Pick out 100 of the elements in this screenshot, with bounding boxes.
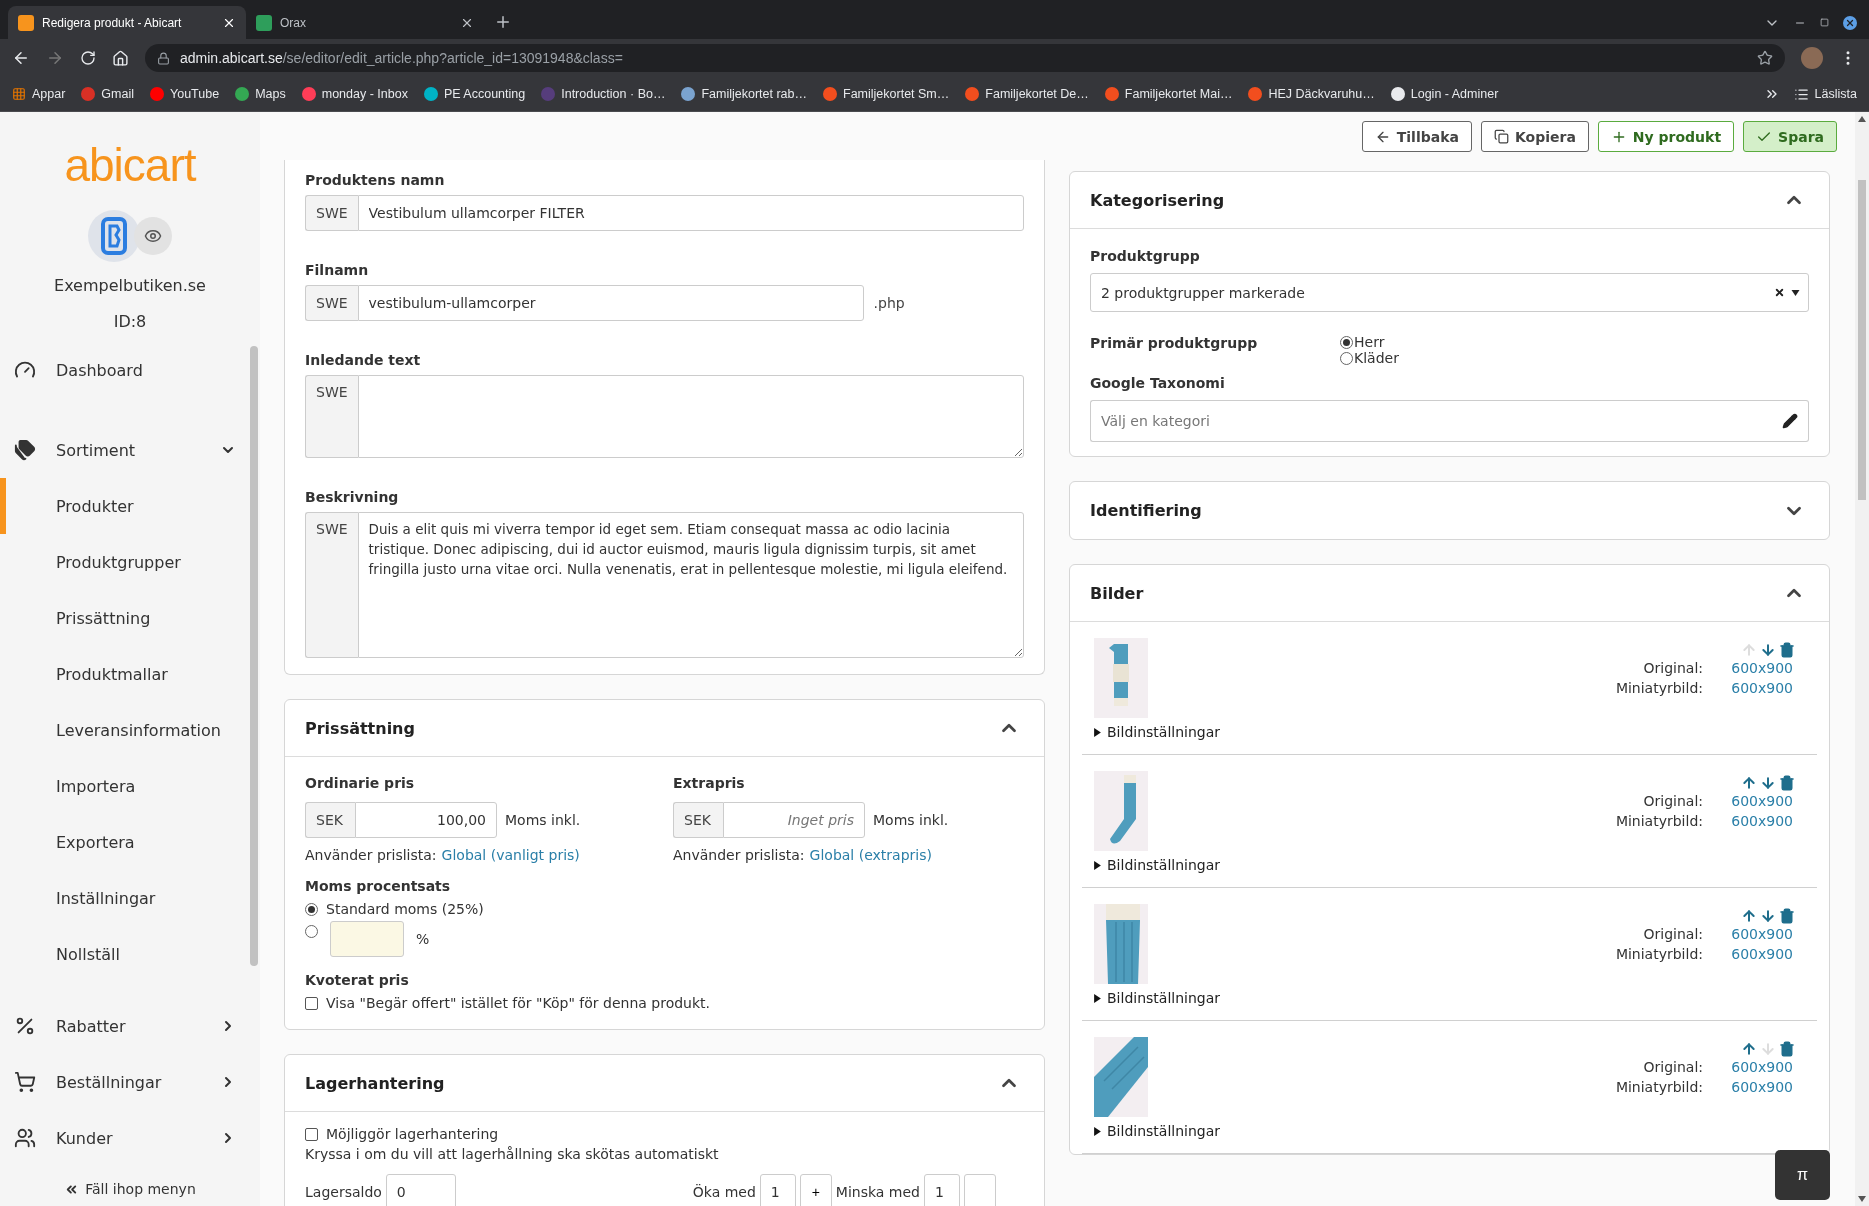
site-icon [301,87,316,101]
bookmark-link[interactable]: Maps [235,87,286,101]
nav-subitem[interactable]: Nollställ [0,926,260,982]
text-field[interactable]: vestibulum-ullamcorper [357,285,864,321]
copy-button[interactable]: Kopiera [1480,121,1589,152]
card-header[interactable]: Prissättning [285,700,1044,757]
bookmark-link[interactable]: Familjekortet De… [965,87,1089,101]
new-tab-icon[interactable] [494,13,512,31]
scrollbar-thumb[interactable] [1858,180,1866,500]
meta-label: Original: [1642,793,1703,809]
clear-icon[interactable] [1774,287,1785,298]
vat-percent-field[interactable] [330,921,404,957]
bookmark-link[interactable]: YouTube [150,87,220,101]
bookmark-link[interactable]: Appar [12,87,66,101]
bookmark-link[interactable]: Gmail [81,87,134,101]
product-group-select[interactable]: 2 produktgrupper markerade [1090,273,1809,312]
image-settings-toggle[interactable]: Bildinställningar [1094,724,1221,740]
close-icon[interactable] [1843,15,1857,30]
nav-subitem[interactable]: Produktmallar [0,646,260,702]
profile-avatar[interactable] [1801,47,1823,69]
scroll-up-icon[interactable] [1858,116,1866,122]
nav-subitem[interactable]: Importera [0,758,260,814]
radio-button[interactable] [305,902,318,916]
pricelist-link[interactable]: Global (extrapris) [809,847,932,863]
bookmark-link[interactable]: Familjekortet Mai… [1104,87,1233,101]
radio-button[interactable] [305,925,318,938]
decrease-field[interactable]: 1 [924,1174,960,1206]
image-settings-toggle[interactable]: Bildinställningar [1094,857,1221,873]
forward-icon[interactable] [46,49,64,67]
stock-field[interactable]: 0 [385,1174,456,1206]
nav-subitem[interactable]: Exportera [0,814,260,870]
image-settings-toggle[interactable]: Bildinställningar [1094,990,1221,1006]
trash-icon[interactable] [1779,775,1795,791]
move-up-icon[interactable] [1741,908,1757,924]
nav-subitem[interactable]: Inställningar [0,870,260,926]
site-icon [965,87,980,101]
move-down-icon[interactable] [1760,908,1776,924]
radio-label: Standard moms (25%) [326,901,484,917]
browser-tab[interactable]: Redigera produkt - Abicart [8,6,246,39]
shop-name: Exempelbutiken.se [53,275,207,297]
back-button[interactable]: Tillbaka [1361,121,1472,152]
radio-button[interactable] [1340,335,1353,349]
bookmark-link[interactable]: HEJ Däckvaruhu… [1248,87,1375,101]
trash-icon[interactable] [1779,642,1795,658]
card-header[interactable]: Bilder [1070,565,1829,622]
move-up-icon[interactable] [1741,775,1757,791]
save-button[interactable]: Spara [1743,121,1837,152]
card-header[interactable]: Lagerhantering [285,1055,1044,1112]
back-icon[interactable] [12,49,30,67]
price-field[interactable]: 100,00 [355,802,497,838]
bookmark-link[interactable]: Login - Adminer [1390,87,1499,101]
reading-list-link[interactable]: Läslista [1793,86,1857,102]
text-field[interactable]: Vestibulum ullamcorper FILTER [357,195,1024,231]
card-header[interactable]: Identifiering [1070,482,1829,539]
move-down-icon[interactable] [1760,642,1776,658]
collapse-menu-link[interactable]: Fäll ihop menyn [0,1172,260,1206]
move-down-icon[interactable] [1760,775,1776,791]
nav-subitem[interactable]: Produktgrupper [0,534,260,590]
field-label: Beskrivning [305,488,400,506]
checkbox[interactable] [305,1127,318,1141]
home-icon[interactable] [112,49,129,67]
bookmark-link[interactable]: Familjekortet rab… [681,87,807,101]
price-field[interactable]: Inget pris [723,802,865,838]
brand-logo: abicart [64,140,196,190]
preview-button[interactable] [134,217,172,255]
trash-icon[interactable] [1779,1041,1795,1057]
nav-item[interactable]: Kunder [0,1110,260,1166]
nav-item[interactable]: Dashboard [0,342,260,398]
bookmark-link[interactable]: monday - Inbox [301,87,408,101]
browser-tab[interactable]: Orax [246,6,484,39]
radio-button[interactable] [1340,351,1353,365]
new-button[interactable]: Ny produkt [1597,121,1735,152]
checkbox[interactable] [305,996,318,1010]
meta-label: Original: [1642,660,1703,676]
percent-unit: % [416,931,430,947]
card-header[interactable]: Kategorisering [1070,172,1829,229]
move-up-icon[interactable] [1741,1041,1757,1057]
nav-item[interactable]: Rabatter [0,998,260,1054]
nav-item[interactable]: Beställningar [0,1054,260,1110]
trash-icon[interactable] [1779,908,1795,924]
nav-subitem[interactable]: Prissättning [0,590,260,646]
pricelist-link[interactable]: Global (vanligt pris) [441,847,580,863]
bookmark-link[interactable]: Introduction · Bo… [541,87,666,101]
bookmark-link[interactable]: PE Accounting [423,87,526,101]
increase-field[interactable]: 1 [759,1174,796,1206]
field-label: Lagersaldo [305,1184,382,1200]
bookmark-link[interactable]: Familjekortet Sm… [823,87,950,101]
restore-icon[interactable] [1820,18,1829,27]
increase-button[interactable]: + [799,1174,832,1206]
reload-icon[interactable] [80,50,96,66]
scroll-down-icon[interactable] [1858,1196,1866,1202]
help-button[interactable]: π [1775,1150,1830,1200]
list-icon [1793,86,1809,102]
image-settings-toggle[interactable]: Bildinställningar [1094,1123,1221,1139]
text-area[interactable]: Duis a elit quis mi viverra tempor id eget sem. Etiam consequat massa ac odio lacinia tristique. Donec adipiscing, dui id auctor euismod, mauris ligula dignissim turpis, sit amet fringilla justo urna vitae orci. Nulla venenatis, erat in pellentesque molestie, mi ligula eleifend. [357,512,1024,658]
nav-item[interactable]: Sortiment [0,422,260,478]
scrollbar-thumb[interactable] [250,346,258,966]
address-bar[interactable]: admin.abicart.se/se/editor/edit_article.php?article_id=13091948&class= [145,44,1785,72]
nav-subitem[interactable]: Leveransinformation [0,702,260,758]
star-icon[interactable] [1757,50,1773,66]
